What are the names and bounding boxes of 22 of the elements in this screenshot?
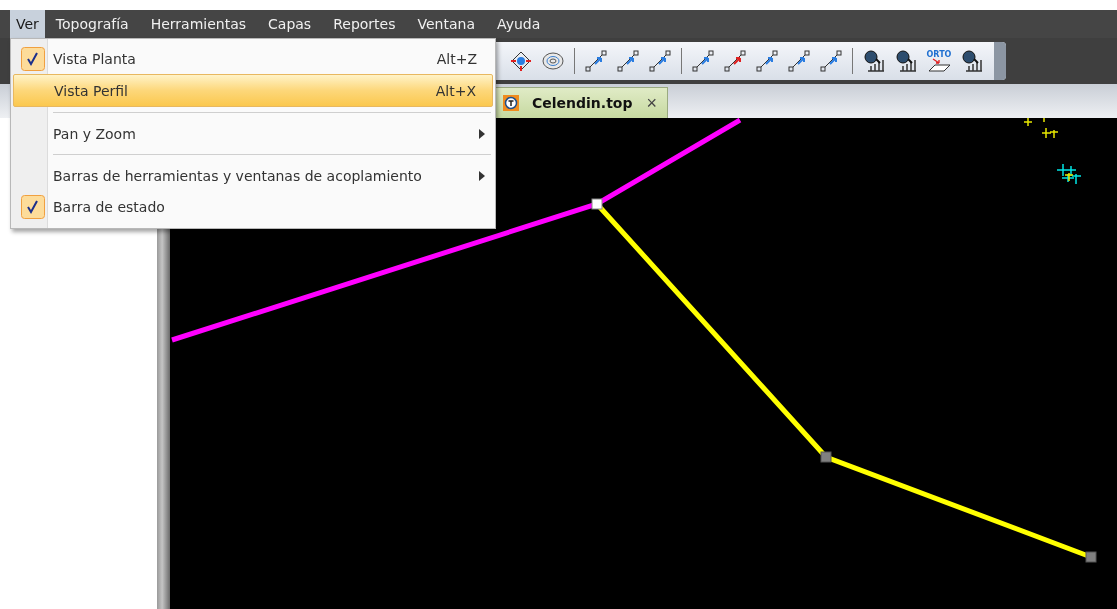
menu-item[interactable]: Barras de herramientas y ventanas de acoplamiento (13, 160, 493, 191)
menu-item-label: Vista Perfil (54, 82, 129, 99)
shortcut-label: Alt+X (435, 82, 476, 99)
menu-item[interactable]: Herramientas (139, 10, 258, 38)
menu-item[interactable]: Barra de estado (13, 191, 493, 222)
menu-item[interactable]: Ver (10, 10, 45, 38)
menu-item-label: Barras de herramientas y ventanas de acoplamiento (53, 167, 423, 184)
menu-item-label: Pan y Zoom (53, 125, 137, 142)
menu-item-label: Vista Planta (53, 50, 137, 67)
menu-item[interactable]: Reportes (322, 10, 407, 38)
menu-item[interactable]: Capas (257, 10, 323, 38)
menu-item[interactable]: Ventana (406, 10, 486, 38)
menu-item[interactable]: Topografía (44, 10, 140, 38)
close-button[interactable]: × (644, 92, 659, 114)
menu-item[interactable]: Pan y Zoom (13, 118, 493, 149)
menu-item[interactable]: Ayuda (486, 10, 552, 38)
document-tab[interactable]: Celendin.top × (495, 87, 668, 118)
menu-item-label: Barra de estado (53, 198, 166, 215)
shortcut-label: Alt+Z (436, 50, 477, 67)
menu-item[interactable]: Vista Perfil Alt+X (13, 74, 493, 107)
menu-item[interactable]: Vista Planta Alt+Z (13, 43, 493, 74)
tab-label: Celendin.top (532, 95, 633, 111)
